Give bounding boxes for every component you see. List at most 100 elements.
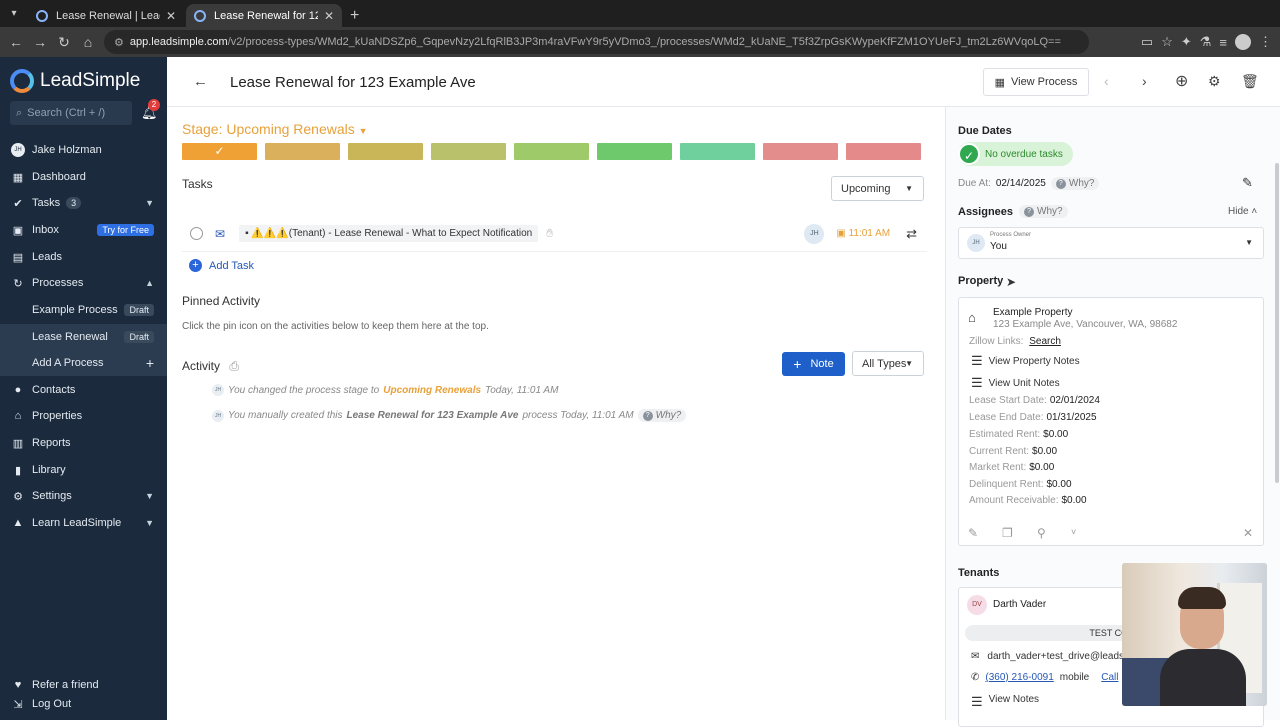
sidebar-item-learn[interactable]: ▲ Learn LeadSimple ▼ — [0, 510, 167, 536]
profile-avatar-icon[interactable] — [1235, 34, 1251, 50]
sidebar-item-add-process[interactable]: Add A Process + — [0, 350, 167, 376]
question-icon: ? — [1055, 178, 1066, 189]
home-icon[interactable]: ⌂ — [76, 34, 100, 50]
sidebar-item-leads[interactable]: ▤ Leads — [0, 244, 167, 270]
site-info-icon[interactable]: ⚙ — [114, 36, 124, 49]
print-icon[interactable]: ⎙ — [229, 359, 239, 373]
field-label: Lease End Date: — [969, 412, 1044, 423]
sidebar-item-library[interactable]: ▮ Library — [0, 457, 167, 483]
sidebar-item-lease-renewal[interactable]: Lease Renewal Draft — [0, 324, 167, 350]
view-process-button[interactable]: ▦ View Process — [983, 68, 1089, 96]
add-circle-icon[interactable]: ⊕ — [1175, 71, 1188, 91]
sidebar-item-example-process[interactable]: Example Process Draft — [0, 297, 167, 323]
view-notes-button[interactable]: ☰ View Notes — [971, 694, 1039, 710]
hide-toggle[interactable]: Hide ˄ — [1228, 206, 1257, 217]
question-icon: ? — [642, 410, 653, 421]
plus-icon[interactable]: + — [146, 355, 154, 371]
stage-segment[interactable] — [597, 143, 672, 160]
try-for-free-badge[interactable]: Try for Free — [97, 224, 154, 236]
previous-chevron-icon[interactable]: ‹ — [1104, 73, 1109, 89]
bookmark-star-icon[interactable]: ☆ — [1161, 34, 1173, 50]
edit-pencil-icon[interactable]: ✎ — [968, 526, 978, 540]
browser-tab-1[interactable]: Lease Renewal | LeadSimple ✕ — [28, 4, 184, 27]
copy-icon[interactable]: ❐ — [1002, 526, 1013, 540]
tenant-email-row[interactable]: ✉ darth_vader+test_drive@leads — [971, 651, 1124, 662]
brand-logo[interactable]: LeadSimple — [10, 69, 140, 93]
why-button[interactable]: ? Why? — [637, 409, 687, 422]
notifications-bell-icon[interactable]: 🔔︎ 2 — [141, 99, 160, 121]
process-owner-select[interactable]: JH Process Owner You ▼ — [958, 227, 1264, 259]
trash-icon[interactable]: 🗑︎ — [1241, 73, 1259, 90]
log-out-link[interactable]: ⇲ Log Out — [0, 691, 167, 717]
add-note-button[interactable]: + Note — [782, 352, 845, 376]
sidebar-item-settings[interactable]: ⚙ Settings ▼ — [0, 483, 167, 509]
view-property-notes-button[interactable]: ☰ View Property Notes — [971, 353, 1080, 369]
back-arrow-icon[interactable]: ← — [4, 34, 28, 50]
sidebar-item-reports[interactable]: ▥ Reports — [0, 430, 167, 456]
stage-segment[interactable] — [431, 143, 506, 160]
drag-hand-icon[interactable]: ✋︎ — [546, 226, 553, 241]
tenant-phone-link[interactable]: (360) 216-0091 — [985, 672, 1053, 683]
gear-icon[interactable]: ⚙ — [1208, 73, 1221, 90]
close-icon[interactable]: ✕ — [1243, 526, 1253, 540]
stage-segment[interactable] — [348, 143, 423, 160]
edit-pencil-icon[interactable]: ✎ — [1242, 175, 1253, 191]
reassign-icon[interactable]: ⇄ — [906, 226, 917, 242]
close-tab-icon[interactable]: ✕ — [166, 9, 176, 23]
property-name[interactable]: Example Property — [993, 307, 1072, 318]
user-name: Jake Holzman — [32, 144, 102, 156]
chrome-menu-icon[interactable]: ⋮ — [1259, 34, 1272, 50]
address-bar[interactable]: ⚙ app.leadsimple.com/v2/process-types/WM… — [104, 30, 1089, 54]
chevron-down-icon[interactable]: ▼ — [145, 518, 154, 528]
chevron-down-icon[interactable]: ˅ — [1071, 527, 1076, 537]
new-tab-icon[interactable]: + — [350, 4, 359, 27]
chevron-down-icon[interactable]: ▼ — [145, 491, 154, 501]
why-label: Why? — [655, 410, 682, 421]
sidebar-user[interactable]: JH Jake Holzman — [0, 137, 167, 163]
next-chevron-icon[interactable]: › — [1142, 73, 1147, 89]
why-button[interactable]: ? Why? — [1019, 205, 1068, 218]
browser-tab-2[interactable]: Lease Renewal for 123 Example Ave ✕ — [186, 4, 342, 27]
chevron-down-icon[interactable]: ▼ — [145, 198, 154, 208]
call-link[interactable]: Call — [1101, 672, 1118, 683]
close-tab-icon[interactable]: ✕ — [324, 9, 334, 23]
sidebar-item-dashboard[interactable]: ▦ Dashboard — [0, 164, 167, 190]
stage-dropdown[interactable]: Stage: Upcoming Renewals ▼ — [182, 121, 368, 137]
zillow-search-link[interactable]: Search — [1029, 336, 1061, 347]
task-filter-dropdown[interactable]: Upcoming ▼ — [831, 176, 924, 201]
sidebar-item-inbox[interactable]: ▣ Inbox Try for Free — [0, 217, 167, 243]
sidebar-item-label: Contacts — [32, 384, 76, 396]
view-unit-notes-button[interactable]: ☰ View Unit Notes — [971, 375, 1060, 391]
sidebar-item-properties[interactable]: ⌂ Properties — [0, 403, 167, 429]
stage-segment[interactable] — [763, 143, 838, 160]
back-arrow-icon[interactable]: ← — [193, 73, 208, 90]
search-input[interactable]: ⌕ Search (Ctrl + /) — [10, 101, 132, 125]
sidebar-item-contacts[interactable]: ● Contacts — [0, 377, 167, 403]
task-name[interactable]: ▪ ⚠️⚠️⚠️(Tenant) - Lease Renewal - What … — [239, 225, 539, 242]
why-button[interactable]: ? Why? — [1050, 177, 1100, 190]
tab-search-icon[interactable]: ▾ — [0, 0, 28, 27]
sidebar-item-label: Tasks — [32, 197, 61, 209]
lab-icon[interactable]: ⚗ — [1200, 34, 1212, 50]
task-row[interactable]: ✉ ▪ ⚠️⚠️⚠️(Tenant) - Lease Renewal - Wha… — [182, 216, 927, 252]
sidebar-item-tasks[interactable]: ✔ Tasks 3 ▼ — [0, 190, 167, 216]
stage-segment[interactable] — [514, 143, 589, 160]
sidebar-item-processes[interactable]: ↻ Processes ▲ — [0, 270, 167, 296]
activity-type-dropdown[interactable]: All Types ▼ — [852, 351, 924, 376]
forward-arrow-icon[interactable]: → — [28, 34, 52, 50]
tenant-name[interactable]: Darth Vader — [993, 599, 1046, 610]
extensions-icon[interactable]: ✦ — [1181, 34, 1192, 50]
reload-icon[interactable]: ↻ — [52, 34, 76, 51]
media-icon[interactable]: ≡ — [1219, 35, 1227, 50]
scrollbar-thumb[interactable] — [1275, 163, 1279, 483]
stage-segment-current[interactable]: ✓ — [182, 143, 257, 160]
stage-segment[interactable] — [265, 143, 340, 160]
map-pin-icon[interactable]: ⚲ — [1037, 526, 1046, 540]
tab-title: Lease Renewal for 123 Example Ave — [214, 9, 318, 22]
stage-segment[interactable] — [846, 143, 921, 160]
stage-segment[interactable] — [680, 143, 755, 160]
add-task-button[interactable]: + Add Task — [189, 259, 254, 272]
cast-icon[interactable]: ▭ — [1141, 34, 1153, 50]
complete-task-radio[interactable] — [190, 227, 203, 240]
chevron-up-icon[interactable]: ▲ — [145, 278, 154, 288]
